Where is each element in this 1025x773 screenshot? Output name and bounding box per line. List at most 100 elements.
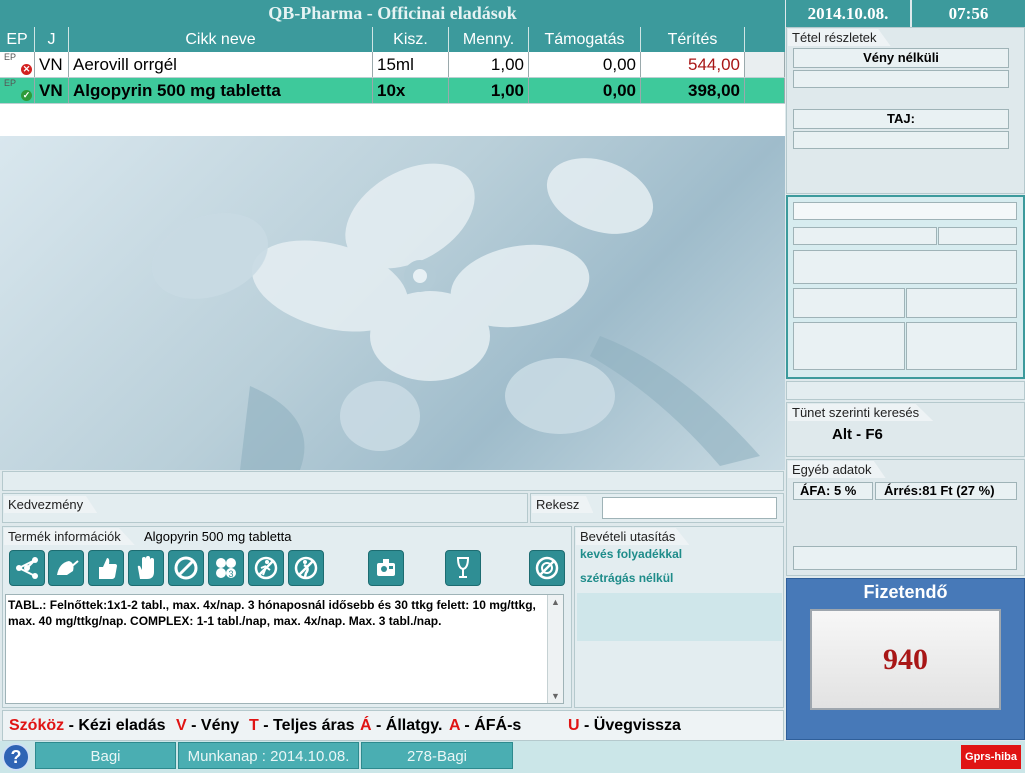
info-field-6 [906, 288, 1017, 318]
error-icon: ✕ [21, 64, 32, 75]
shortcut-bottle-return[interactable]: U - Üvegvissza [568, 717, 681, 735]
table-row[interactable]: EP ✕ VN Aerovill orrgél 15ml 1,00 0,00 54… [0, 52, 785, 78]
window-title: QB-Pharma - Officinai eladások [0, 0, 785, 27]
ep-cell: EP ✕ [0, 52, 35, 77]
shortcut-manual-sale[interactable]: Szóköz - Kézi eladás [9, 717, 166, 735]
terites-cell: 544,00 [641, 52, 745, 77]
j-cell: VN [35, 52, 69, 77]
info-field-5 [793, 288, 905, 318]
table-header: EP J Cikk neve Kisz. Menny. Támogatás Té… [0, 27, 785, 52]
prohibited-icon[interactable] [168, 550, 204, 586]
pills-icon[interactable]: 3 [208, 550, 244, 586]
tamogatas-cell: 0,00 [529, 78, 641, 103]
margin-field: Árrés:81 Ft (27 %) [875, 482, 1017, 500]
help-icon[interactable]: ? [2, 743, 30, 771]
shortcut-animal[interactable]: Á - Állatgy. [360, 717, 442, 735]
payment-label: Fizetendő [863, 582, 948, 602]
info-field-4 [793, 250, 1017, 284]
col-tamogatas[interactable]: Támogatás [529, 27, 641, 52]
wine-icon[interactable] [445, 550, 481, 586]
intake-line-1: kevés folyadékkal [580, 547, 683, 561]
camera-icon[interactable] [368, 550, 404, 586]
shortcut-text: - ÁFÁ-s [459, 717, 522, 734]
sidebar-strip [786, 381, 1025, 400]
info-field-8 [906, 322, 1017, 370]
shortcut-key: A [449, 717, 460, 734]
shortcut-key: Szóköz [9, 717, 65, 734]
shortcut-key: Á [360, 717, 372, 734]
other-extra-field [793, 546, 1017, 570]
date-display: 2014.10.08. [786, 0, 910, 27]
shortcut-text: - Vény [186, 717, 240, 734]
station-button[interactable]: 278-Bagi [361, 742, 513, 769]
info-field-1 [793, 202, 1017, 220]
menny-cell: 1,00 [449, 78, 529, 103]
shortcut-key: U [568, 717, 580, 734]
no-pregnant-icon[interactable] [288, 550, 324, 586]
rekesz-input[interactable] [602, 497, 777, 519]
intake-line-2: szétrágás nélkül [580, 571, 674, 585]
name-cell: Algopyrin 500 mg tabletta [69, 78, 373, 103]
shortcut-vat[interactable]: A - ÁFÁ-s [449, 717, 521, 735]
col-kisz[interactable]: Kisz. [373, 27, 449, 52]
taj-value-field [793, 131, 1009, 149]
shortcut-key: V [176, 717, 187, 734]
menny-cell: 1,00 [449, 52, 529, 77]
other-data-label: Egyéb adatok [788, 461, 886, 478]
recept-extra-field [793, 70, 1009, 88]
shortcut-text: - Állatgy. [371, 717, 443, 734]
symptom-search-label: Tünet szerinti keresés [788, 404, 934, 421]
col-terites[interactable]: Térítés [641, 27, 745, 52]
info-field-2 [793, 227, 937, 245]
shortcut-text: - Kézi eladás [64, 717, 166, 734]
intake-label: Bevételi utasítás [576, 528, 690, 545]
shortcut-text: - Teljes áras [258, 717, 355, 734]
user-button[interactable]: Bagi [35, 742, 176, 769]
network-icon[interactable] [9, 550, 45, 586]
col-j[interactable]: J [35, 27, 69, 52]
scroll-down-icon[interactable]: ▼ [548, 689, 563, 703]
col-menny[interactable]: Menny. [449, 27, 529, 52]
col-extra [745, 27, 785, 52]
info-field-3 [938, 227, 1017, 245]
extra-cell [745, 52, 785, 77]
name-cell: Aerovill orrgél [69, 52, 373, 77]
thumb-icon[interactable] [88, 550, 124, 586]
hand-icon[interactable] [128, 550, 164, 586]
kisz-cell: 10x [373, 78, 449, 103]
status-strip [2, 471, 784, 491]
scrollbar[interactable]: ▲ ▼ [547, 595, 563, 703]
svg-text:3: 3 [228, 569, 233, 579]
no-run-icon[interactable] [248, 550, 284, 586]
product-info-name: Algopyrin 500 mg tabletta [144, 529, 292, 544]
ep-text: EP [4, 52, 17, 62]
product-info-text: TABL.: Felnőttek:1x1-2 tabl., max. 4x/na… [8, 598, 536, 628]
kisz-cell: 15ml [373, 52, 449, 77]
scroll-up-icon[interactable]: ▲ [548, 595, 563, 609]
table-row-selected[interactable]: EP ✓ VN Algopyrin 500 mg tabletta 10x 1,0… [0, 78, 785, 104]
no-drive-icon[interactable] [529, 550, 565, 586]
shortcut-prescription[interactable]: V - Vény [176, 717, 239, 735]
j-cell: VN [35, 78, 69, 103]
discount-label: Kedvezmény [4, 496, 98, 513]
ep-cell: EP ✓ [0, 78, 35, 103]
product-info-textarea[interactable]: TABL.: Felnőttek:1x1-2 tabl., max. 4x/na… [5, 594, 564, 704]
shortcut-full-price[interactable]: T - Teljes áras [249, 717, 355, 735]
background-flower-image [0, 136, 785, 470]
taj-field: TAJ: [793, 109, 1009, 129]
symptom-search-shortcut: Alt - F6 [832, 426, 883, 443]
col-name[interactable]: Cikk neve [69, 27, 373, 52]
payment-amount: 940 [810, 609, 1001, 710]
shortcut-key: T [249, 717, 259, 734]
recept-type-field: Vény nélküli [793, 48, 1009, 68]
time-display: 07:56 [912, 0, 1025, 27]
check-icon: ✓ [21, 90, 32, 101]
tamogatas-cell: 0,00 [529, 52, 641, 77]
extra-cell [745, 78, 785, 103]
gprs-error-badge[interactable]: Gprs-hiba [961, 745, 1021, 769]
terites-cell: 398,00 [641, 78, 745, 103]
workday-button[interactable]: Munkanap : 2014.10.08. [178, 742, 359, 769]
col-ep[interactable]: EP [0, 27, 35, 52]
inhale-icon[interactable] [48, 550, 84, 586]
info-field-7 [793, 322, 905, 370]
